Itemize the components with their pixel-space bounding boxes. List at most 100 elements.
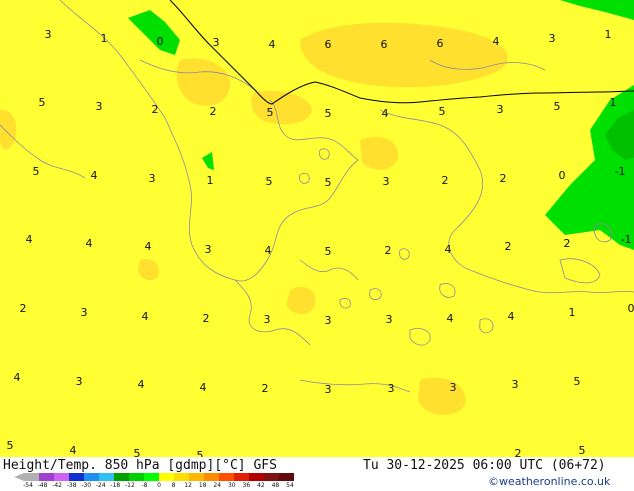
temperature-label: 2 <box>564 237 571 250</box>
colorbar-tick-label: -42 <box>52 482 62 489</box>
colorbar-segment <box>219 473 234 481</box>
colorbar-segment <box>159 473 174 481</box>
temperature-label: 4 <box>493 35 500 48</box>
temperature-label: 3 <box>497 103 504 116</box>
temperature-label: 3 <box>450 381 457 394</box>
temperature-label: 3 <box>205 243 212 256</box>
temperature-label: 1 <box>207 174 214 187</box>
colorbar-segment <box>204 473 219 481</box>
temperature-label: 5 <box>325 107 332 120</box>
map-canvas[interactable]: 31034666431532255453515431553220-1444345… <box>0 0 634 490</box>
colorbar-tick-label: -54 <box>23 482 33 489</box>
temperature-label: 4 <box>138 378 145 391</box>
temperature-label: 2 <box>262 382 269 395</box>
temperature-label: 5 <box>39 96 46 109</box>
colorbar-tick-label: 24 <box>213 482 221 489</box>
temperature-label: 2 <box>152 103 159 116</box>
temperature-label: 6 <box>325 38 332 51</box>
colorbar-segment <box>264 473 279 481</box>
colorbar-segment <box>174 473 189 481</box>
colorbar-tick-label: 48 <box>272 482 280 489</box>
temperature-label: 2 <box>505 240 512 253</box>
colorbar-segment <box>84 473 99 481</box>
colorbar-tick-label: -8 <box>141 482 147 489</box>
colorbar-segment <box>24 473 39 481</box>
colorbar-segment <box>144 473 159 481</box>
temperature-label: 3 <box>325 314 332 327</box>
temperature-label: 3 <box>76 375 83 388</box>
temperature-label: 3 <box>264 313 271 326</box>
temperature-label: 5 <box>325 245 332 258</box>
temperature-label: 1 <box>610 96 617 109</box>
temperature-label: 4 <box>142 310 149 323</box>
temperature-label: 4 <box>508 310 515 323</box>
temperature-label: 5 <box>33 165 40 178</box>
temperature-label: 1 <box>569 306 576 319</box>
colorbar-tick-label: 30 <box>228 482 236 489</box>
temperature-label: 0 <box>559 169 566 182</box>
temperature-label: 2 <box>20 302 27 315</box>
temperature-label: -1 <box>615 165 626 178</box>
colorbar-segment <box>279 473 294 481</box>
temperature-label: 2 <box>210 105 217 118</box>
temperature-label: 6 <box>437 37 444 50</box>
temperature-label: 3 <box>388 382 395 395</box>
temperature-label: 3 <box>213 36 220 49</box>
colorbar-tick-label: -12 <box>125 482 135 489</box>
colorbar-tick-label: -38 <box>67 482 77 489</box>
temperature-label: 2 <box>500 172 507 185</box>
temperature-label: 4 <box>145 240 152 253</box>
colorbar-tick-label: -24 <box>96 482 106 489</box>
colorbar-tick-label: 8 <box>172 482 176 489</box>
colorbar-tick-label: 54 <box>286 482 294 489</box>
temperature-label: 5 <box>267 106 274 119</box>
credit-link[interactable]: ©weatheronline.co.uk <box>488 475 610 488</box>
temperature-label: 5 <box>554 100 561 113</box>
temperature-label: 3 <box>45 28 52 41</box>
temperature-label: 4 <box>91 169 98 182</box>
temperature-label: 0 <box>157 35 164 48</box>
colorbar-segment <box>129 473 144 481</box>
temperature-label: 3 <box>325 383 332 396</box>
colorbar-segment <box>54 473 69 481</box>
colorbar-segment <box>99 473 114 481</box>
temperature-label: 3 <box>386 313 393 326</box>
temperature-label: 3 <box>549 32 556 45</box>
temperature-label: 3 <box>81 306 88 319</box>
colorbar-segment <box>39 473 54 481</box>
temperature-label: 2 <box>385 244 392 257</box>
forecast-datetime: Tu 30-12-2025 06:00 UTC (06+72) <box>363 458 606 473</box>
temperature-label: 4 <box>200 381 207 394</box>
temperature-label: 3 <box>512 378 519 391</box>
colorbar-segment <box>69 473 84 481</box>
colorbar-tick-label: 36 <box>243 482 251 489</box>
temperature-label: 5 <box>579 444 586 457</box>
temperature-label: 4 <box>269 38 276 51</box>
base-temperature-field <box>0 0 634 457</box>
temperature-label: 5 <box>439 105 446 118</box>
colorbar-segment <box>234 473 249 481</box>
colorbar-segment <box>249 473 264 481</box>
temperature-label: 5 <box>7 439 14 452</box>
colorbar-segment <box>189 473 204 481</box>
temperature-label: 4 <box>26 233 33 246</box>
temperature-label: 6 <box>381 38 388 51</box>
temperature-label: 4 <box>445 243 452 256</box>
colorbar-tick-label: -30 <box>81 482 91 489</box>
temperature-label: 1 <box>605 28 612 41</box>
temperature-label: 5 <box>574 375 581 388</box>
temperature-label: 4 <box>14 371 21 384</box>
colorbar-tick-label: 0 <box>157 482 161 489</box>
colorbar-left-arrow <box>14 473 24 481</box>
colorbar-tick-label: 12 <box>184 482 192 489</box>
colorbar-tick-label: 42 <box>257 482 265 489</box>
temperature-label: 3 <box>96 100 103 113</box>
colorbar-segment <box>114 473 129 481</box>
colorbar-tick-label: 18 <box>199 482 207 489</box>
colorbar-tick-label: -18 <box>110 482 120 489</box>
temperature-label: 5 <box>266 175 273 188</box>
footer-bar: Height/Temp. 850 hPa [gdmp][°C] GFS Tu 3… <box>0 457 634 490</box>
temperature-label: 0 <box>628 302 634 315</box>
temperature-label: 2 <box>203 312 210 325</box>
temperature-label: 4 <box>382 107 389 120</box>
